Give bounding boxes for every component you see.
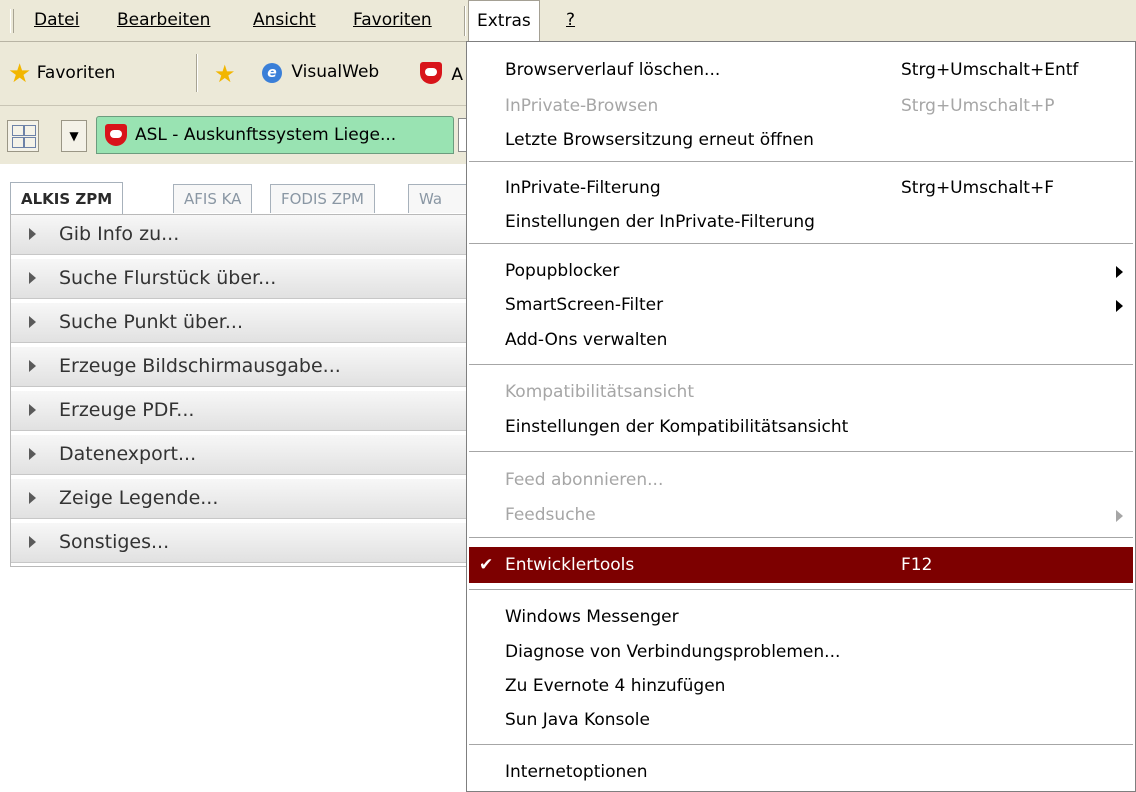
accordion-item-suche-punkt[interactable]: Suche Punkt über... [11, 303, 467, 343]
checkmark-icon: ✔ [479, 555, 494, 575]
menu-bar: Datei Bearbeiten Ansicht Favoriten Extra… [0, 0, 1136, 42]
accordion-item-gib-info[interactable]: Gib Info zu... [11, 215, 467, 255]
favorite-asl[interactable]: A [420, 62, 463, 89]
ie-icon: e [262, 63, 282, 83]
triangle-right-icon [29, 404, 36, 416]
triangle-right-icon [29, 272, 36, 284]
menu-item-entwicklertools[interactable]: ✔ Entwicklertools F12 [469, 547, 1133, 583]
menu-separator [469, 364, 1133, 366]
add-to-favorites-icon: ★ [214, 60, 236, 88]
triangle-right-icon [29, 492, 36, 504]
add-favorite-button[interactable]: ★ [214, 60, 236, 88]
menu-separator [469, 161, 1133, 163]
tab-afis-ka[interactable]: AFIS KA [173, 184, 253, 213]
menu-ansicht[interactable]: Ansicht [245, 0, 324, 40]
menu-separator [469, 589, 1133, 591]
menu-item-browserverlauf-loeschen[interactable]: Browserverlauf löschen... Strg+Umschalt+E… [469, 52, 1133, 88]
menu-favoriten[interactable]: Favoriten [345, 0, 440, 40]
menu-item-java-konsole[interactable]: Sun Java Konsole [469, 702, 1133, 738]
menu-item-smartscreen[interactable]: SmartScreen-Filter [469, 287, 1133, 323]
menu-help[interactable]: ? [558, 0, 583, 40]
accordion-item-sonstiges[interactable]: Sonstiges... [11, 523, 467, 563]
menu-separator [469, 451, 1133, 453]
accordion-item-suche-flurstueck[interactable]: Suche Flurstück über... [11, 259, 467, 299]
menu-item-kompatibilitaetsansicht: Kompatibilitätsansicht [505, 382, 694, 402]
submenu-arrow-icon [1116, 266, 1123, 278]
triangle-right-icon [29, 360, 36, 372]
app-tabs: ALKIS ZPM AFIS KA FODIS ZPM Wa [10, 182, 470, 215]
favorite-visualweb[interactable]: e VisualWeb [262, 62, 379, 83]
accordion-item-pdf[interactable]: Erzeuge PDF... [11, 391, 467, 431]
tab-asl[interactable]: ASL - Auskunftssystem Liege... [96, 116, 454, 154]
favorites-bar: ★ Favoriten ★ e VisualWeb A [0, 42, 470, 106]
star-icon: ★ [8, 59, 32, 89]
app-area: ALKIS ZPM AFIS KA FODIS ZPM Wa Gib Info … [0, 166, 470, 792]
accordion-menu: Gib Info zu... Suche Flurstück über... S… [10, 214, 467, 567]
shield-icon [105, 124, 127, 146]
menu-item-evernote[interactable]: Zu Evernote 4 hinzufügen [469, 668, 1133, 704]
menu-separator [469, 243, 1133, 245]
menu-item-internetoptionen[interactable]: Internetoptionen [469, 754, 1133, 790]
tab-list-dropdown[interactable]: ▼ [61, 120, 87, 152]
menu-datei[interactable]: Datei [26, 0, 87, 40]
accordion-item-datenexport[interactable]: Datenexport... [11, 435, 467, 475]
menubar-grip[interactable] [10, 9, 14, 33]
menu-separator [469, 537, 1133, 539]
menu-extras[interactable]: Extras [468, 0, 540, 41]
triangle-right-icon [29, 316, 36, 328]
menu-item-windows-messenger[interactable]: Windows Messenger [469, 599, 1133, 635]
quick-tabs-icon[interactable] [7, 120, 39, 152]
extras-dropdown-menu: Browserverlauf löschen... Strg+Umschalt+E… [466, 41, 1136, 792]
triangle-right-icon [29, 448, 36, 460]
submenu-arrow-icon [1116, 300, 1123, 312]
accordion-item-legende[interactable]: Zeige Legende... [11, 479, 467, 519]
menu-item-letzte-sitzung[interactable]: Letzte Browsersitzung erneut öffnen [469, 122, 1133, 158]
menu-separator [469, 744, 1133, 746]
submenu-arrow-icon [1116, 510, 1123, 522]
accordion-item-bildschirmausgabe[interactable]: Erzeuge Bildschirmausgabe... [11, 347, 467, 387]
menu-item-addons[interactable]: Add-Ons verwalten [469, 322, 1133, 358]
favbar-separator [196, 54, 198, 92]
menu-item-diagnose[interactable]: Diagnose von Verbindungsproblemen... [469, 634, 1133, 670]
triangle-right-icon [29, 228, 36, 240]
menu-item-inprivate-einstellungen[interactable]: Einstellungen der InPrivate-Filterung [469, 204, 1133, 240]
menu-item-inprivate-browsen: InPrivate-Browsen Strg+Umschalt+P [505, 96, 1055, 116]
menu-item-feed-abonnieren: Feed abonnieren... [505, 470, 664, 490]
tab-fodis-zpm[interactable]: FODIS ZPM [270, 184, 375, 213]
tab-bar: ▼ ASL - Auskunftssystem Liege... [0, 106, 471, 164]
menu-item-kompatibilitaet-einstellungen[interactable]: Einstellungen der Kompatibilitätsansicht [469, 409, 1133, 445]
menu-item-popupblocker[interactable]: Popupblocker [469, 253, 1133, 289]
menu-bearbeiten[interactable]: Bearbeiten [109, 0, 218, 40]
tab-wa[interactable]: Wa [408, 184, 470, 213]
tab-alkis-zpm[interactable]: ALKIS ZPM [10, 182, 124, 215]
menu-item-inprivate-filterung[interactable]: InPrivate-Filterung Strg+Umschalt+F [469, 170, 1133, 206]
chevron-down-icon: ▼ [69, 129, 79, 143]
menu-item-feedsuche: Feedsuche [469, 497, 1133, 533]
menubar-separator [464, 6, 466, 36]
triangle-right-icon [29, 536, 36, 548]
shield-icon [420, 62, 442, 84]
favorites-button[interactable]: ★ Favoriten [8, 52, 115, 94]
